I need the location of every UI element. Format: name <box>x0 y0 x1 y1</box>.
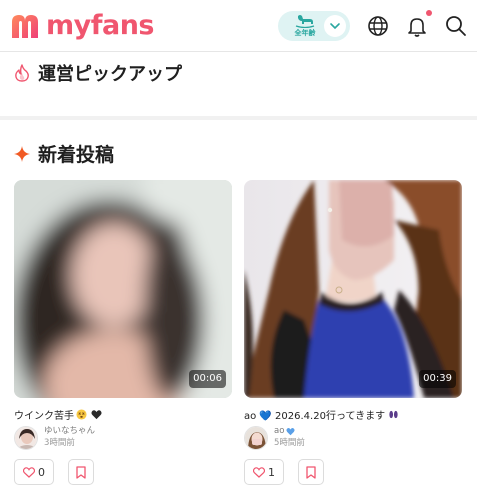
blue-heart-emoji <box>286 428 296 436</box>
post-thumbnail[interactable]: 00:06 <box>14 180 232 398</box>
top-header: myfans 全年齢 <box>0 0 477 52</box>
post-author[interactable]: ゆいなちゃん 3時間前 <box>14 426 232 450</box>
bookmark-button[interactable] <box>298 459 324 485</box>
post-caption-text: ao 💙 2026.4.20行ってきます <box>244 411 386 422</box>
like-button[interactable]: 1 <box>244 459 284 485</box>
bookmark-icon <box>306 466 316 479</box>
post-caption[interactable]: ウインク苦手 <box>14 407 232 422</box>
footprints-emoji <box>389 410 398 419</box>
bookmark-button[interactable] <box>68 459 94 485</box>
avatar[interactable] <box>14 426 38 450</box>
avatar[interactable] <box>244 426 268 450</box>
post-card[interactable]: 00:39 ao 💙 2026.4.20行ってきます ao 5時間前 1 <box>244 180 462 487</box>
black-heart-emoji <box>91 410 102 420</box>
like-count: 0 <box>38 465 45 479</box>
new-posts-section-title: 新着投稿 <box>14 140 114 167</box>
age-filter-toggle[interactable]: 全年齢 <box>278 11 350 41</box>
pickup-section-title: 運営ピックアップ <box>14 60 182 86</box>
like-count: 1 <box>268 465 275 479</box>
brand-name: myfans <box>46 10 155 41</box>
video-duration: 00:06 <box>189 370 226 388</box>
sparkle-icon <box>14 145 30 162</box>
myfans-logo-icon <box>12 15 38 38</box>
notification-badge <box>426 10 432 16</box>
myfans-logo[interactable]: myfans <box>10 10 155 41</box>
age-filter-dropdown[interactable] <box>324 15 346 37</box>
post-caption-text: ウインク苦手 <box>14 411 74 422</box>
post-card[interactable]: 00:06 ウインク苦手 ゆいなちゃん 3時間前 0 <box>14 180 232 487</box>
rocking-horse-icon <box>295 15 315 28</box>
blurred-video-thumbnail <box>14 180 232 398</box>
post-author[interactable]: ao 5時間前 <box>244 426 462 450</box>
heart-icon <box>253 466 265 478</box>
video-duration: 00:39 <box>419 370 456 388</box>
post-thumbnail[interactable]: 00:39 <box>244 180 462 398</box>
bookmark-icon <box>76 466 86 479</box>
dizzy-face-emoji <box>76 409 87 420</box>
post-time: 3時間前 <box>44 438 75 448</box>
post-caption[interactable]: ao 💙 2026.4.20行ってきます <box>244 407 462 422</box>
bell-icon[interactable] <box>405 14 429 38</box>
new-posts-title-text: 新着投稿 <box>38 144 115 166</box>
pickup-title-text: 運営ピックアップ <box>38 64 182 85</box>
like-button[interactable]: 0 <box>14 459 54 485</box>
author-name: ao <box>274 426 296 437</box>
search-icon[interactable] <box>444 14 468 38</box>
post-time: 5時間前 <box>274 438 305 448</box>
video-thumbnail <box>244 180 462 398</box>
globe-icon[interactable] <box>366 14 390 38</box>
author-name: ゆいなちゃん <box>44 426 96 436</box>
section-divider <box>0 116 477 120</box>
age-filter-label: 全年齢 <box>294 29 316 37</box>
author-name-text: ao <box>274 426 285 436</box>
flame-icon <box>15 64 29 82</box>
chevron-down-icon <box>330 23 340 30</box>
heart-icon <box>23 466 35 478</box>
